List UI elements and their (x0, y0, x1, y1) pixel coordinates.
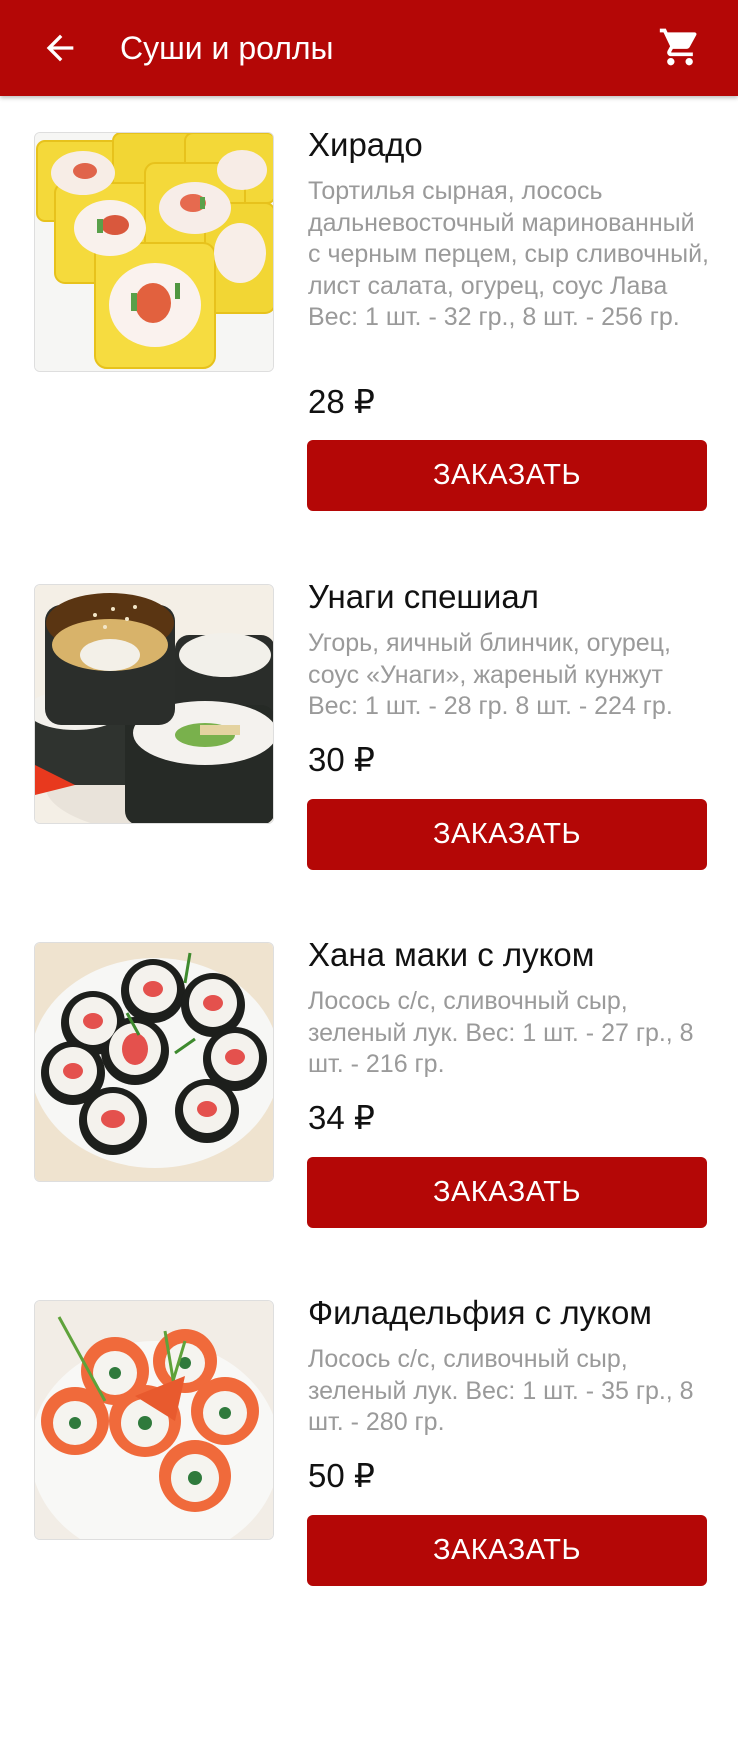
arrow-left-icon (46, 34, 74, 62)
product-description: Лосось с/с, сливочный сыр, зеленый лук. … (308, 1345, 694, 1436)
product-card[interactable]: Филадельфия с луком Лосось с/с, сливочны… (0, 1294, 738, 1760)
product-card[interactable]: Хирадо Тортилья сырная, лосось дальневос… (0, 126, 738, 592)
product-description: Лосось с/с, сливочный сыр, зеленый лук. … (308, 987, 694, 1078)
product-name: Унаги спешиал (308, 578, 539, 615)
product-price: 28 ₽ (308, 383, 375, 420)
product-price: 30 ₽ (308, 741, 375, 778)
product-image (34, 942, 274, 1182)
order-button[interactable]: ЗАКАЗАТЬ (307, 799, 707, 870)
product-name: Филадельфия с луком (308, 1294, 652, 1331)
product-image (34, 1300, 274, 1540)
back-button[interactable] (36, 24, 84, 72)
order-button[interactable]: ЗАКАЗАТЬ (307, 1157, 707, 1228)
cart-button[interactable] (654, 22, 706, 72)
product-name: Хирадо (308, 126, 423, 163)
order-button[interactable]: ЗАКАЗАТЬ (307, 1515, 707, 1586)
order-button[interactable]: ЗАКАЗАТЬ (307, 440, 707, 511)
product-description: Тортилья сырная, лосось дальневосточный … (308, 177, 709, 331)
product-name: Хана маки с луком (308, 936, 595, 973)
shopping-cart-icon (659, 28, 697, 66)
product-description: Угорь, яичный блинчик, огурец, соус «Уна… (308, 629, 673, 720)
product-price: 34 ₽ (308, 1099, 375, 1136)
page-title: Суши и роллы (120, 30, 334, 66)
app-bar: Суши и роллы (0, 0, 738, 96)
product-image (34, 132, 274, 372)
product-image (34, 584, 274, 824)
